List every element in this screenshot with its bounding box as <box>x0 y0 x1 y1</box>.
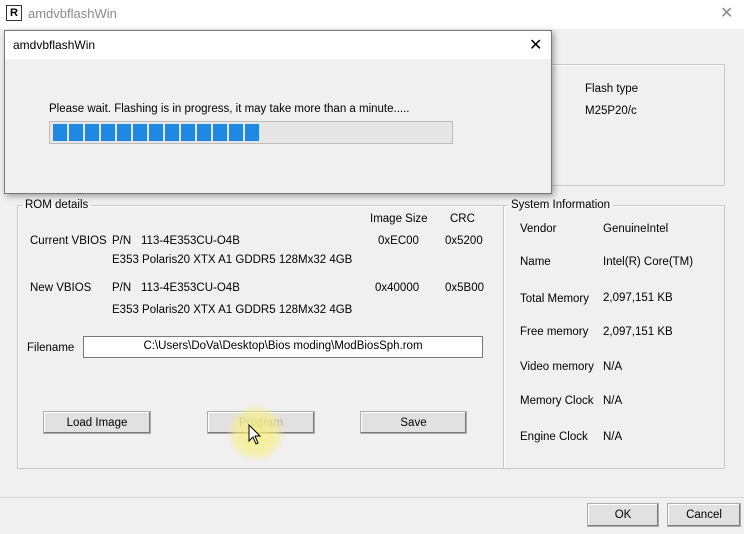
save-button[interactable]: Save <box>360 411 467 434</box>
progress-segment <box>117 124 131 141</box>
progress-segment <box>213 124 227 141</box>
progress-segment <box>53 124 67 141</box>
new-vbios-label: New VBIOS <box>30 282 92 294</box>
cancel-button[interactable]: Cancel <box>667 503 741 527</box>
vendor-value: GenuineIntel <box>603 223 669 235</box>
filename-field[interactable]: C:\Users\DoVa\Desktop\Bios moding\ModBio… <box>83 336 483 358</box>
progress-segment <box>69 124 83 141</box>
flash-progress-bar <box>49 121 453 144</box>
crc-header: CRC <box>450 213 475 225</box>
total-memory-label: Total Memory <box>520 293 590 305</box>
free-memory-label: Free memory <box>520 326 589 338</box>
current-pn-value: 113-4E353CU-O4B <box>141 235 240 247</box>
dialog-title-bar: amdvbflashWin ✕ <box>5 31 551 59</box>
progress-segment <box>133 124 147 141</box>
mouse-pointer-icon <box>248 424 262 445</box>
dialog-close-icon[interactable]: ✕ <box>529 35 542 55</box>
video-memory-label: Video memory <box>520 361 594 373</box>
name-label: Name <box>520 256 551 268</box>
dialog-message: Please wait. Flashing is in progress, it… <box>49 103 410 115</box>
current-crc: 0x5200 <box>445 235 483 247</box>
memory-clock-value: N/A <box>603 395 623 407</box>
flash-type-label: Flash type <box>585 83 639 95</box>
progress-segment <box>181 124 195 141</box>
ok-button[interactable]: OK <box>587 503 659 527</box>
progress-segment <box>149 124 163 141</box>
load-image-button[interactable]: Load Image <box>43 411 151 434</box>
new-image-size: 0x40000 <box>375 282 420 294</box>
image-size-header: Image Size <box>370 213 428 225</box>
name-value: Intel(R) Core(TM) <box>603 256 694 268</box>
app-icon: R <box>6 5 22 21</box>
free-memory-value: 2,097,151 KB <box>603 326 673 338</box>
progress-segment <box>165 124 179 141</box>
total-memory-value: 2,097,151 KB <box>603 292 673 304</box>
flash-type-value: M25P20/c <box>585 105 637 117</box>
rom-details-legend: ROM details <box>25 199 89 211</box>
vendor-label: Vendor <box>520 223 557 235</box>
progress-segment <box>85 124 99 141</box>
new-pn-label: P/N <box>112 282 132 294</box>
engine-clock-value: N/A <box>603 431 623 443</box>
current-vbios-label: Current VBIOS <box>30 235 107 247</box>
current-image-size: 0xEC00 <box>378 235 419 247</box>
close-icon[interactable]: ✕ <box>720 3 733 23</box>
memory-clock-label: Memory Clock <box>520 395 594 407</box>
dialog-title: amdvbflashWin <box>13 38 96 52</box>
flash-progress-dialog: amdvbflashWin ✕ Please wait. Flashing is… <box>4 30 552 194</box>
video-memory-value: N/A <box>603 361 623 373</box>
engine-clock-label: Engine Clock <box>520 431 588 443</box>
filename-label: Filename <box>27 342 75 354</box>
progress-segment <box>245 124 259 141</box>
progress-segment <box>229 124 243 141</box>
system-info-legend: System Information <box>511 199 611 211</box>
progress-segment <box>197 124 211 141</box>
new-crc: 0x5B00 <box>445 282 485 294</box>
main-window-title: amdvbflashWin <box>28 6 117 21</box>
progress-segment <box>101 124 115 141</box>
new-desc: E353 Polaris20 XTX A1 GDDR5 128Mx32 4GB <box>112 304 353 316</box>
main-title-bar: R amdvbflashWin ✕ <box>0 0 744 29</box>
current-pn-label: P/N <box>112 235 132 247</box>
current-desc: E353 Polaris20 XTX A1 GDDR5 128Mx32 4GB <box>112 254 353 266</box>
new-pn-value: 113-4E353CU-O4B <box>141 282 240 294</box>
